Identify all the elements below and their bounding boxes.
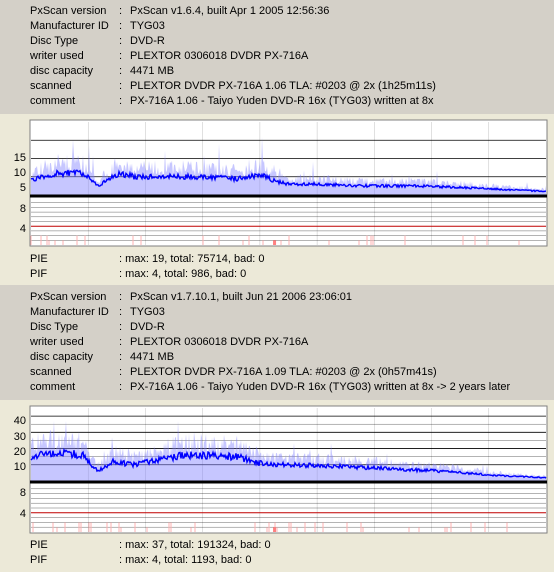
info-row: writer used: PLEXTOR 0306018 DVDR PX-716A: [0, 335, 554, 350]
info-label: Manufacturer ID: [30, 20, 109, 32]
info-row: Disc Type: DVD-R: [0, 320, 554, 335]
pif-tick-label: 4: [20, 223, 26, 235]
separator: :: [119, 321, 123, 333]
info-row: writer used: PLEXTOR 0306018 DVDR PX-716A: [0, 49, 554, 64]
info-label: writer used: [30, 336, 84, 348]
info-value: PX-716A 1.06 - Taiyo Yuden DVD-R 16x (TY…: [130, 381, 511, 393]
stat-label: PIE: [30, 539, 48, 551]
scan2-chart-svg: 40 30 20 10 8 4: [0, 400, 554, 536]
stat-value: : max: 4, total: 986, bad: 0: [119, 268, 247, 280]
info-row: scanned: PLEXTOR DVDR PX-716A 1.09 TLA: #…: [0, 365, 554, 380]
info-row: scanned: PLEXTOR DVDR PX-716A 1.06 TLA: #…: [0, 79, 554, 94]
info-label: PxScan version: [30, 291, 107, 303]
scan2-chart: 40 30 20 10 8 4: [0, 400, 554, 536]
info-label: Manufacturer ID: [30, 306, 109, 318]
scan1-chart-svg: 15 10 5 8 4: [0, 114, 554, 249]
info-value: PLEXTOR DVDR PX-716A 1.09 TLA: #0203 @ 2…: [130, 366, 437, 378]
scan1-info-panel: PxScan version: PxScan v1.6.4, built Apr …: [0, 0, 554, 114]
scan1-stats: PIE : max: 19, total: 75714, bad: 0 PIF : …: [0, 249, 554, 285]
separator: :: [119, 366, 123, 378]
separator: :: [119, 306, 123, 318]
info-label: Disc Type: [30, 321, 79, 333]
stat-label: PIF: [30, 268, 48, 280]
scan2-info-panel: PxScan version: PxScan v1.7.10.1, built J…: [0, 285, 554, 400]
stat-label: PIE: [30, 253, 48, 265]
pie-tick-label: 5: [20, 182, 26, 194]
separator: :: [119, 80, 123, 92]
info-row: PxScan version: PxScan v1.6.4, built Apr …: [0, 4, 554, 19]
pie-tick-label: 10: [14, 461, 26, 473]
stat-row: PIF : max: 4, total: 986, bad: 0: [0, 267, 554, 282]
info-value: PLEXTOR DVDR PX-716A 1.06 TLA: #0203 @ 2…: [130, 80, 436, 92]
stat-row: PIE : max: 37, total: 191324, bad: 0: [0, 538, 554, 553]
separator: :: [119, 65, 123, 77]
scan2-stats: PIE : max: 37, total: 191324, bad: 0 PIF:…: [0, 536, 554, 572]
info-label: comment: [30, 95, 76, 107]
stat-value: : max: 37, total: 191324, bad: 0: [119, 539, 271, 551]
info-row: Manufacturer ID: TYG03: [0, 305, 554, 320]
pif-max-spike: [273, 240, 277, 245]
separator: :: [119, 381, 123, 393]
pie-tick-label: 20: [14, 446, 26, 458]
pif-tick-label: 4: [20, 508, 26, 520]
info-label: Disc Type: [30, 35, 79, 47]
separator: :: [119, 351, 123, 363]
pie-tick-label: 30: [14, 431, 26, 443]
pie-tick-label: 40: [14, 415, 26, 427]
info-value: PX-716A 1.06 - Taiyo Yuden DVD-R 16x (TY…: [130, 95, 434, 107]
info-value: DVD-R: [130, 35, 165, 47]
info-value: TYG03: [130, 306, 165, 318]
separator: :: [119, 291, 123, 303]
pif-max-spike: [273, 527, 277, 532]
info-value: PxScan v1.7.10.1, built Jun 21 2006 23:0…: [130, 291, 352, 303]
pif-tick-label: 8: [20, 487, 26, 499]
separator: :: [119, 5, 123, 17]
pie-tick-label: 10: [14, 167, 26, 179]
info-label: scanned: [30, 366, 72, 378]
stat-label: PIF: [30, 554, 48, 566]
info-row: disc capacity:4471 MB: [0, 350, 554, 365]
info-row: Disc Type: DVD-R: [0, 34, 554, 49]
info-row: Manufacturer ID: TYG03: [0, 19, 554, 34]
info-row: PxScan version: PxScan v1.7.10.1, built J…: [0, 290, 554, 305]
info-value: TYG03: [130, 20, 165, 32]
info-value: PxScan v1.6.4, built Apr 1 2005 12:56:36: [130, 5, 330, 17]
stat-value: : max: 4, total: 1193, bad: 0: [119, 554, 252, 566]
info-value: 4471 MB: [130, 65, 175, 77]
stat-row: PIE : max: 19, total: 75714, bad: 0: [0, 252, 554, 267]
info-label: comment: [30, 381, 76, 393]
info-value: PLEXTOR 0306018 DVDR PX-716A: [130, 50, 309, 62]
scan1-chart: 15 10 5 8 4: [0, 114, 554, 249]
info-row: disc capacity:4471 MB: [0, 64, 554, 79]
separator: :: [119, 50, 123, 62]
info-value: PLEXTOR 0306018 DVDR PX-716A: [130, 336, 309, 348]
info-label: disc capacity: [30, 65, 93, 77]
pif-tick-label: 8: [20, 203, 26, 215]
info-label: writer used: [30, 50, 84, 62]
pie-tick-label: 15: [14, 152, 26, 164]
info-row: comment: PX-716A 1.06 - Taiyo Yuden DVD-R…: [0, 380, 554, 395]
info-value: DVD-R: [130, 321, 165, 333]
stat-value: : max: 19, total: 75714, bad: 0: [119, 253, 265, 265]
separator: :: [119, 336, 123, 348]
separator: :: [119, 20, 123, 32]
info-row: comment: PX-716A 1.06 - Taiyo Yuden DVD-R…: [0, 94, 554, 109]
separator: :: [119, 95, 123, 107]
separator: :: [119, 35, 123, 47]
info-value: 4471 MB: [130, 351, 175, 363]
stat-row: PIF : max: 4, total: 1193, bad: 0: [0, 553, 554, 568]
info-label: disc capacity: [30, 351, 93, 363]
info-label: scanned: [30, 80, 72, 92]
info-label: PxScan version: [30, 5, 107, 17]
